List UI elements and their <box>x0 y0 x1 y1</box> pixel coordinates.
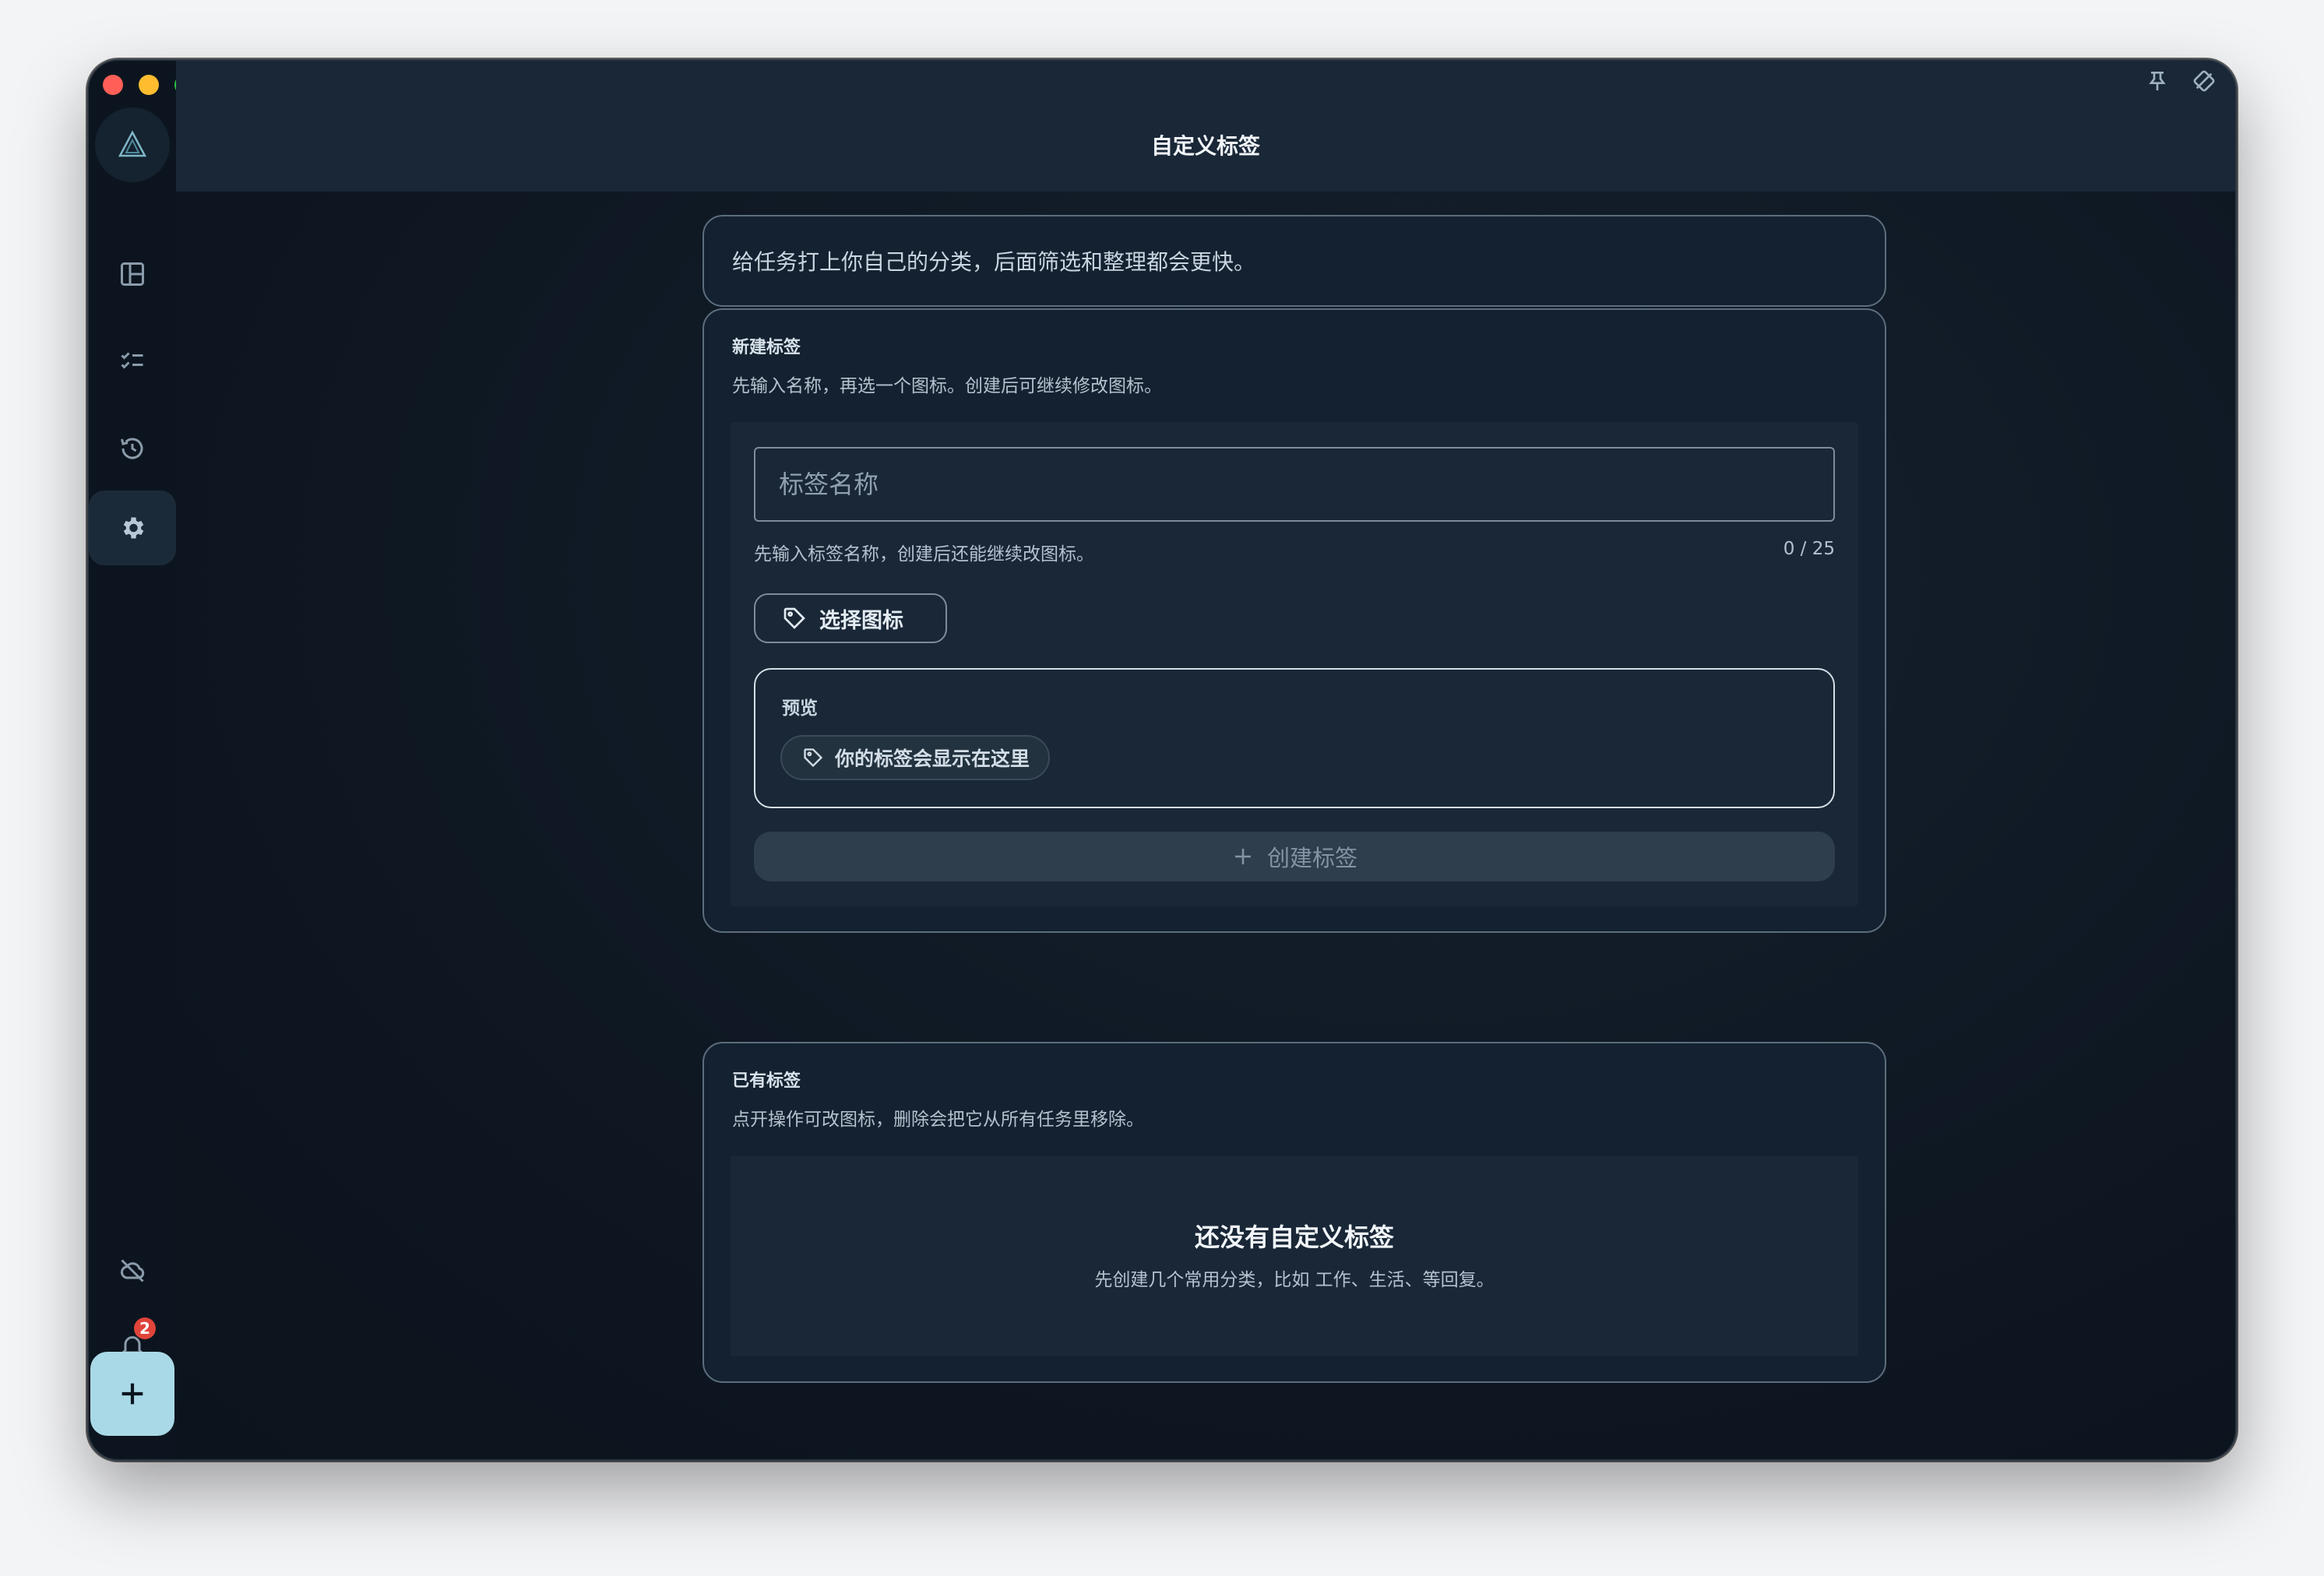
add-task-button[interactable] <box>90 1352 174 1436</box>
existing-tags-subtitle: 点开操作可改图标，删除会把它从所有任务里移除。 <box>732 1110 1144 1130</box>
create-tag-label: 创建标签 <box>1266 845 1357 871</box>
preview-chip: 你的标签会显示在这里 <box>780 735 1051 780</box>
sidebar: 2 <box>89 61 195 1459</box>
checklist-icon <box>121 352 143 369</box>
char-counter: 0 / 25 <box>1783 539 1835 559</box>
tag-icon <box>783 607 805 629</box>
new-tag-card: 新建标签 先输入名称，再选一个图标。创建后可继续修改图标。 先输入标签名称，创建… <box>702 308 1886 933</box>
choose-icon-label: 选择图标 <box>819 608 903 633</box>
existing-tags-empty-state: 还没有自定义标签 先创建几个常用分类，比如 工作、生活、等回复。 <box>731 1156 1858 1356</box>
choose-icon-button[interactable]: 选择图标 <box>754 593 947 643</box>
close-window-button[interactable] <box>103 75 123 95</box>
plus-icon <box>121 1383 143 1405</box>
app-window: 2 自定义标签 给任务打上你自己的分类，后面筛选和整理都会更快。 新建标签 先输… <box>87 59 2237 1461</box>
sync-status-button[interactable] <box>89 1233 176 1308</box>
new-tag-subtitle: 先输入名称，再选一个图标。创建后可继续修改图标。 <box>732 376 1162 396</box>
new-tag-form: 先输入标签名称，创建后还能继续改图标。 0 / 25 选择图标 预览 你的标签会… <box>731 422 1858 906</box>
new-tag-title: 新建标签 <box>732 338 801 357</box>
app-logo[interactable] <box>95 107 170 182</box>
preview-label: 预览 <box>782 698 818 719</box>
main-content: 给任务打上你自己的分类，后面筛选和整理都会更快。 新建标签 先输入名称，再选一个… <box>176 192 2235 1459</box>
sidebar-item-settings[interactable] <box>89 491 176 565</box>
intro-text: 给任务打上你自己的分类，后面筛选和整理都会更快。 <box>732 249 1256 275</box>
intro-card: 给任务打上你自己的分类，后面筛选和整理都会更快。 <box>702 215 1886 307</box>
cloud-off-icon <box>120 1259 145 1282</box>
plus-icon <box>1234 849 1251 864</box>
page-header: 自定义标签 <box>176 61 2235 192</box>
notification-count-badge: 2 <box>134 1317 156 1339</box>
sidebar-item-history[interactable] <box>89 411 176 486</box>
window-tools <box>2145 69 2217 93</box>
existing-tags-card: 已有标签 点开操作可改图标，删除会把它从所有任务里移除。 还没有自定义标签 先创… <box>702 1042 1886 1383</box>
create-tag-button[interactable]: 创建标签 <box>754 832 1835 881</box>
tag-name-input[interactable] <box>754 447 1835 522</box>
gear-icon <box>123 517 144 539</box>
sidebar-item-dashboard[interactable] <box>89 237 176 311</box>
tag-preview: 预览 你的标签会显示在这里 <box>754 668 1835 808</box>
pin-icon[interactable] <box>2145 69 2170 93</box>
history-icon <box>121 438 143 459</box>
preview-chip-text: 你的标签会显示在这里 <box>835 748 1030 770</box>
minimize-window-button[interactable] <box>139 75 159 95</box>
logo-icon <box>118 130 147 157</box>
rotate-icon[interactable] <box>2192 69 2217 93</box>
existing-tags-title: 已有标签 <box>732 1071 801 1091</box>
page-title: 自定义标签 <box>1150 133 1260 159</box>
layout-icon <box>121 262 144 286</box>
sidebar-item-tasks[interactable] <box>89 324 176 399</box>
empty-state-subtitle: 先创建几个常用分类，比如 工作、生活、等回复。 <box>1094 1270 1495 1290</box>
empty-state-title: 还没有自定义标签 <box>1194 1222 1394 1252</box>
tag-name-hint: 先输入标签名称，创建后还能继续改图标。 <box>754 544 1094 565</box>
tag-icon <box>804 748 823 768</box>
